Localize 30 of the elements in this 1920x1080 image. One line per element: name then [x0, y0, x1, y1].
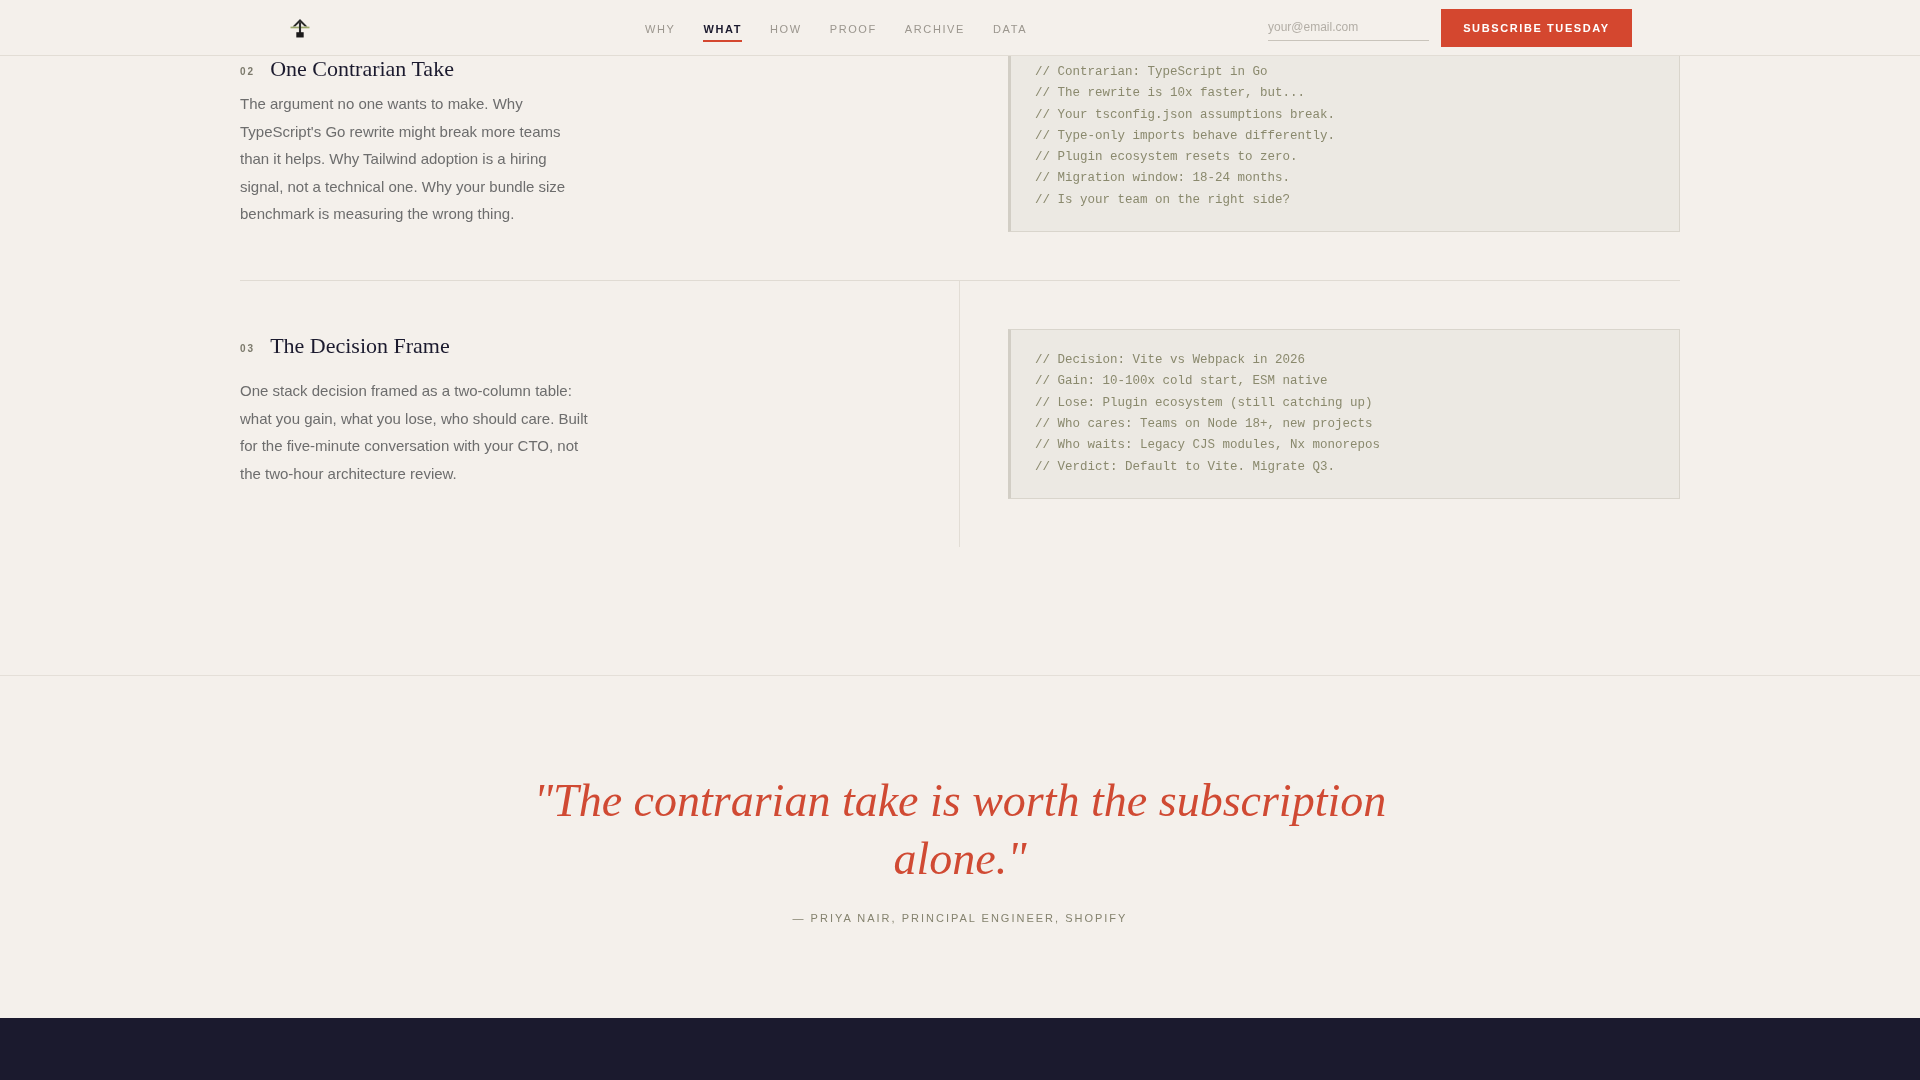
- section-text: The argument no one wants to make. Why TypeScript's Go rewrite might break more teams than it helps. Why Tailwind adoption is a hiring signal, not a technical one. Why your bundle size benchmark is measuring the wrong thing.: [240, 94, 567, 224]
- code-line: // Type-only imports behave differently.: [1035, 127, 1336, 145]
- code-line: // Lose: Plugin ecosystem (still catching up): [1035, 394, 1373, 412]
- code-line: // Decision: Vite vs Webpack in 2026: [1035, 352, 1306, 370]
- code-line: // Verdict: Default to Vite. Migrate Q3.: [1035, 458, 1336, 476]
- section-number: 02: [240, 64, 256, 77]
- code-line: // Who waits: Legacy CJS modules, Nx monorepos: [1035, 437, 1381, 455]
- nav-link[interactable]: DATA: [992, 0, 1028, 55]
- code-line: // Your tsconfig.json assumptions break.: [1035, 106, 1336, 124]
- code-line: // The rewrite is 10x faster, but...: [1035, 85, 1306, 103]
- subscribe-button[interactable]: SUBSCRIBE TUESDAY: [1441, 8, 1632, 47]
- code-line: // Plugin ecosystem resets to zero.: [1035, 149, 1298, 167]
- nav-link[interactable]: WHY: [645, 0, 676, 55]
- code-line: // Migration window: 18-24 months.: [1035, 170, 1291, 188]
- section-text: One stack decision framed as a two-column table: what you gain, what you lose, who should care. Built for the five-minute conversation with your CTO, not the two-hour architecture review.: [240, 381, 589, 484]
- email-field[interactable]: your@email.com: [1268, 14, 1429, 41]
- code-line: // Who cares: Teams on Node 18+, new projects: [1035, 415, 1373, 433]
- code-line: // Gain: 10-100x cold start, ESM native: [1035, 373, 1328, 391]
- code-line: // Contrarian: TypeScript in Go: [1035, 64, 1268, 81]
- testimonial-attribution: — PRIYA NAIR, PRINCIPAL ENGINEER, SHOPIFY: [792, 911, 1128, 924]
- code-line: // Is your team on the right side?: [1035, 191, 1291, 209]
- nav-link[interactable]: ARCHIVE: [904, 0, 965, 55]
- logo-icon[interactable]: [290, 17, 310, 38]
- nav-link[interactable]: HOW: [770, 0, 802, 55]
- nav-link[interactable]: PROOF: [829, 0, 877, 55]
- testimonial-quote: "The contrarian take is worth the subscription alone.": [532, 773, 1388, 886]
- section-title: One Contrarian Take: [270, 56, 454, 82]
- section-title: The Decision Frame: [270, 333, 450, 360]
- nav-link[interactable]: WHAT: [703, 0, 743, 55]
- section-number: 03: [240, 341, 256, 354]
